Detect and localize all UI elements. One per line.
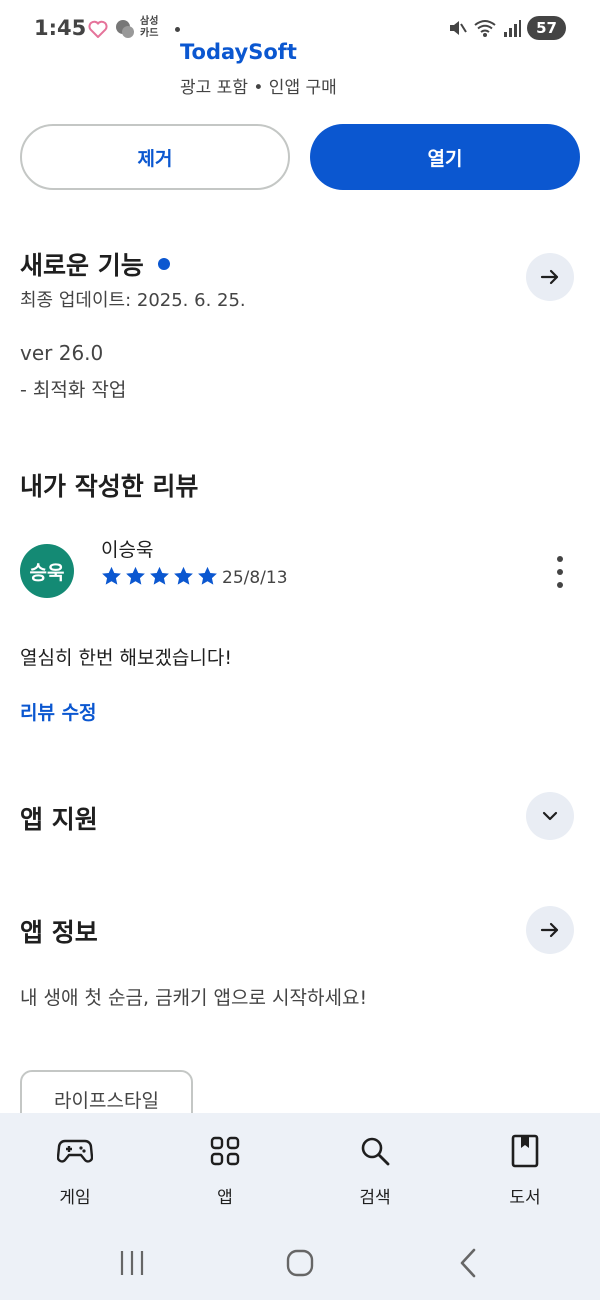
star-icon <box>150 566 169 585</box>
search-icon <box>355 1133 395 1169</box>
samsung-card-icon: 삼성 카드 <box>140 16 159 39</box>
arrow-right-icon <box>540 269 559 285</box>
avatar: 승욱 <box>20 544 74 598</box>
version-text: ver 26.0 <box>20 341 104 365</box>
wifi-icon <box>474 20 496 37</box>
nav-apps-label: 앱 <box>217 1188 233 1208</box>
nav-books[interactable]: 도서 <box>475 1133 575 1208</box>
nav-search[interactable]: 검색 <box>325 1133 425 1208</box>
whats-new-title: 새로운 기능 <box>20 251 144 280</box>
more-options-button[interactable] <box>548 556 572 588</box>
review-date: 25/8/13 <box>222 568 288 588</box>
nav-apps[interactable]: 앱 <box>175 1133 275 1208</box>
new-indicator-dot <box>157 258 170 270</box>
star-icon <box>198 566 217 585</box>
more-dot <box>557 569 563 575</box>
remove-button[interactable]: 제거 <box>20 124 290 190</box>
star-icon <box>174 566 193 585</box>
battery-indicator: 57 <box>527 16 566 40</box>
nav-games-label: 게임 <box>59 1188 91 1208</box>
app-description: 내 생애 첫 순금, 금캐기 앱으로 시작하세요! <box>20 987 368 1009</box>
more-dot <box>557 582 563 588</box>
nav-games[interactable]: 게임 <box>25 1133 125 1208</box>
nav-search-label: 검색 <box>359 1188 391 1208</box>
arrow-right-icon <box>540 922 559 938</box>
star-icon <box>126 566 145 585</box>
app-support-heading[interactable]: 앱 지원 <box>20 800 98 836</box>
gamepad-icon <box>55 1133 95 1169</box>
chat-bubble-icon <box>116 20 134 38</box>
system-navigation-bar <box>0 1243 600 1283</box>
status-bar: 1:45 삼성 카드 57 <box>0 0 600 48</box>
chevron-down-icon <box>542 811 558 821</box>
app-meta: 광고 포함 • 인앱 구매 <box>180 78 337 98</box>
book-icon <box>505 1133 545 1169</box>
mute-icon <box>450 21 467 35</box>
status-indicators: 57 <box>447 16 566 40</box>
bottom-navigation: 게임 앱 검색 도서 <box>0 1113 600 1300</box>
edit-review-link[interactable]: 리뷰 수정 <box>20 698 97 725</box>
star-rating <box>101 566 218 586</box>
home-icon[interactable] <box>285 1248 315 1278</box>
reviewer-name: 이승욱 <box>101 539 154 561</box>
notification-dot <box>175 27 180 32</box>
app-support-expand-button[interactable] <box>526 792 574 840</box>
app-title[interactable]: TodaySoft <box>180 40 297 64</box>
whats-new-heading: 새로운 기능 <box>20 246 170 282</box>
review-body: 열심히 한번 해보겠습니다! <box>20 647 232 669</box>
star-icon <box>102 566 121 585</box>
release-notes: - 최적화 작업 <box>20 379 127 401</box>
back-icon[interactable] <box>456 1247 480 1279</box>
heart-icon <box>88 20 108 38</box>
app-info-arrow-button[interactable] <box>526 906 574 954</box>
nav-books-label: 도서 <box>509 1188 541 1208</box>
my-review-heading: 내가 작성한 리뷰 <box>20 472 199 501</box>
signal-icon <box>504 20 522 37</box>
whats-new-arrow-button[interactable] <box>526 253 574 301</box>
last-updated: 최종 업데이트: 2025. 6. 25. <box>20 290 246 311</box>
app-info-heading: 앱 정보 <box>20 918 98 947</box>
open-button[interactable]: 열기 <box>310 124 580 190</box>
status-time: 1:45 <box>34 16 87 40</box>
recent-apps-icon[interactable] <box>118 1249 146 1277</box>
apps-grid-icon <box>205 1133 245 1169</box>
more-dot <box>557 556 563 562</box>
